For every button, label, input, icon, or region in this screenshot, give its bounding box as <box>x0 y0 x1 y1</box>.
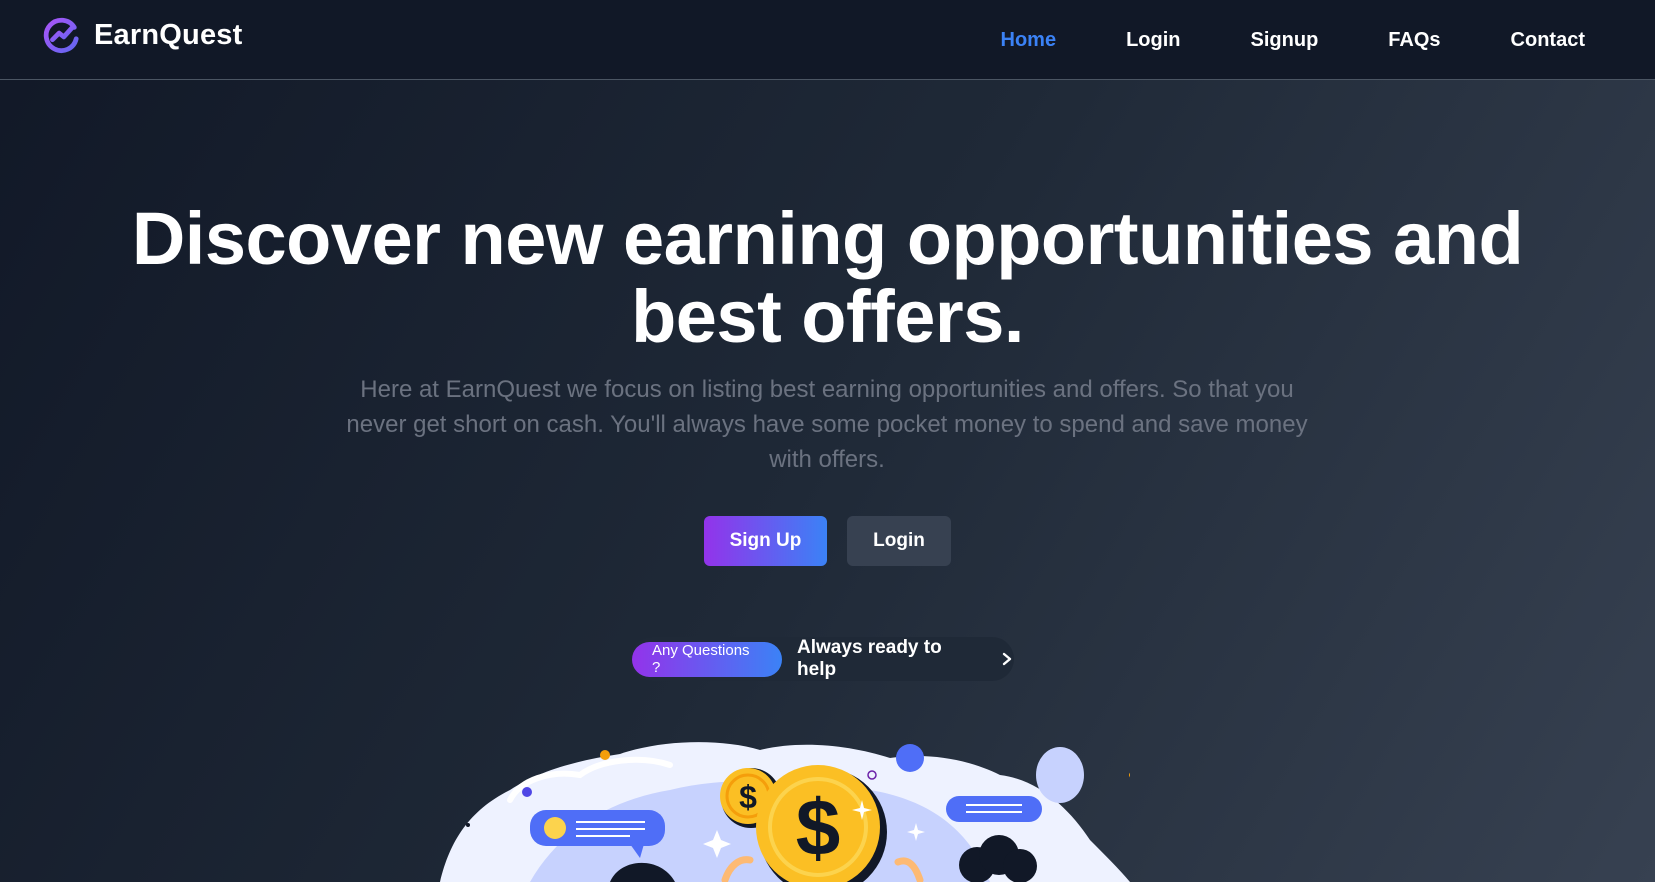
navbar: EarnQuest Home Login Signup FAQs Contact <box>0 0 1655 80</box>
nav-item-login[interactable]: Login <box>1126 29 1180 52</box>
trend-chart-icon <box>43 17 79 53</box>
chevron-right-icon <box>1002 652 1012 666</box>
svg-text:$: $ <box>796 783 841 872</box>
help-link[interactable]: Any Questions ? Always ready to help <box>630 637 1014 681</box>
help-text: Always ready to help <box>797 637 942 680</box>
nav-item-contact[interactable]: Contact <box>1511 29 1585 52</box>
hero-actions: Sign Up Login <box>0 516 1655 566</box>
hero-title: Discover new earning opportunities and b… <box>0 200 1655 356</box>
nav-links: Home Login Signup FAQs Contact <box>1001 0 1585 80</box>
hero-description: Here at EarnQuest we focus on listing be… <box>346 376 1308 473</box>
nav-item-signup[interactable]: Signup <box>1251 29 1319 52</box>
hero-title-line2: best offers. <box>631 275 1024 358</box>
nav-item-faqs[interactable]: FAQs <box>1388 29 1440 52</box>
svg-text:$: $ <box>739 779 757 815</box>
brand-name: EarnQuest <box>94 18 243 51</box>
help-badge: Any Questions ? <box>632 641 783 677</box>
signup-button[interactable]: Sign Up <box>704 516 827 566</box>
nav-item-home[interactable]: Home <box>1001 29 1057 52</box>
brand-link[interactable]: EarnQuest <box>42 16 242 54</box>
hero-title-line1: Discover new earning opportunities and <box>131 197 1524 280</box>
money-coins-illustration: $ $ <box>440 742 1130 882</box>
login-button[interactable]: Login <box>847 516 951 566</box>
